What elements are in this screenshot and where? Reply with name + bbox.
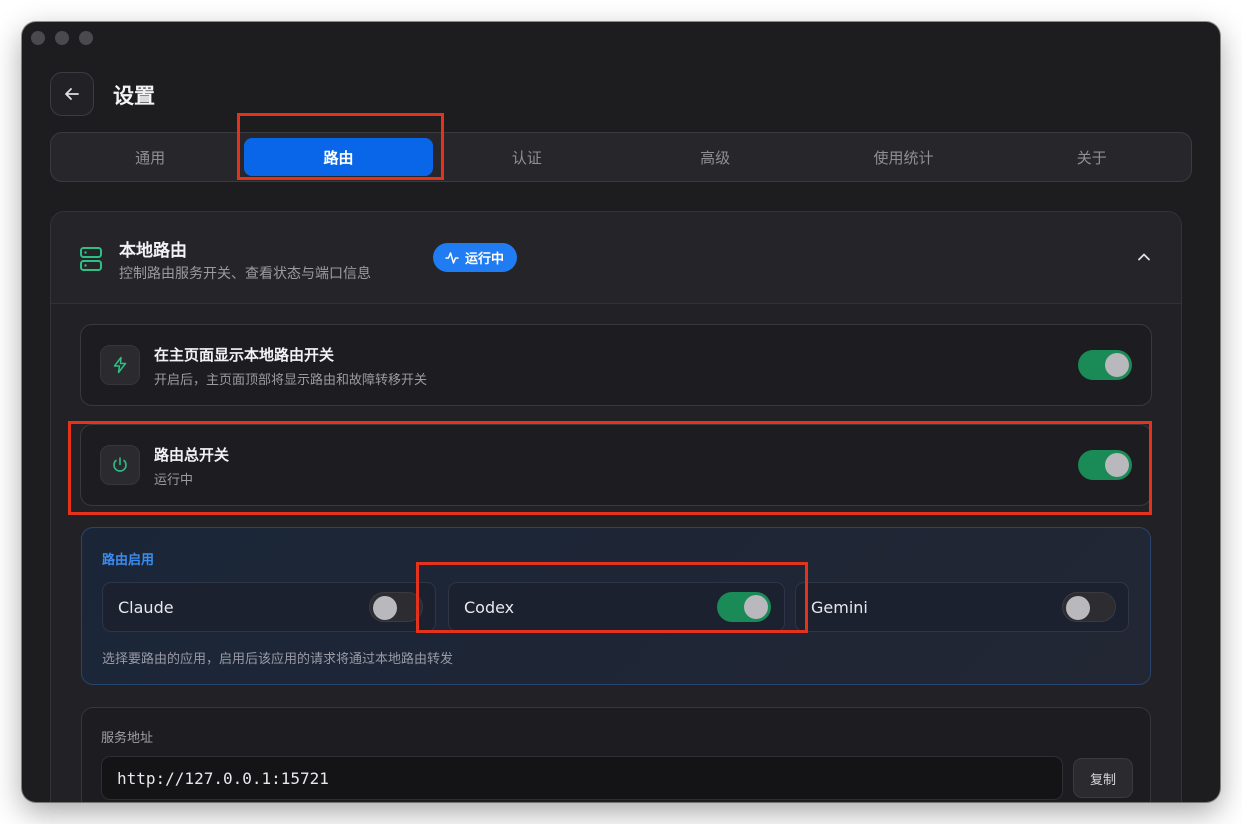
settings-tabbar: 通用 路由 认证 高级 使用统计 关于: [50, 132, 1192, 182]
claude-toggle[interactable]: [369, 592, 423, 622]
master-switch-row: 路由总开关 运行中: [80, 424, 1152, 506]
service-address-value: http://127.0.0.1:15721: [117, 769, 329, 788]
master-switch-title: 路由总开关: [154, 446, 230, 464]
toggle-knob: [1105, 353, 1129, 377]
zoom-window-button[interactable]: [79, 31, 93, 45]
back-button[interactable]: [50, 72, 94, 116]
toggle-knob: [373, 596, 397, 620]
tab-routing[interactable]: 路由: [244, 138, 433, 176]
tab-about[interactable]: 关于: [998, 138, 1186, 176]
service-address-field[interactable]: http://127.0.0.1:15721: [101, 756, 1063, 800]
panel-title: 本地路由: [119, 241, 187, 261]
activity-icon: [445, 251, 459, 264]
status-badge-label: 运行中: [465, 252, 505, 267]
server-icon: [80, 247, 102, 271]
routing-enable-section: 路由启用 Claude Codex Gemini 选择要路由的应用，启用后该应用…: [81, 527, 1151, 685]
show-on-home-title: 在主页面显示本地路由开关: [154, 346, 335, 364]
minimize-window-button[interactable]: [55, 31, 69, 45]
page-title: 设置: [113, 84, 155, 108]
toggle-knob: [1066, 596, 1090, 620]
app-name: Claude: [118, 598, 174, 617]
app-name: Gemini: [811, 598, 868, 617]
copy-button[interactable]: 复制: [1073, 758, 1133, 798]
gemini-toggle[interactable]: [1062, 592, 1116, 622]
show-on-home-desc: 开启后，主页面顶部将显示路由和故障转移开关: [154, 373, 428, 388]
app-item-gemini: Gemini: [795, 582, 1129, 632]
service-address-card: 服务地址 http://127.0.0.1:15721 复制: [81, 707, 1151, 802]
toggle-knob: [1105, 453, 1129, 477]
chevron-up-icon[interactable]: [1137, 250, 1151, 264]
app-name: Codex: [464, 598, 515, 617]
routing-enable-hint: 选择要路由的应用，启用后该应用的请求将通过本地路由转发: [102, 652, 454, 667]
local-routing-panel: 本地路由 控制路由服务开关、查看状态与端口信息 运行中 在主页面显示本地路由开关…: [50, 211, 1182, 802]
master-switch-toggle[interactable]: [1078, 450, 1132, 480]
tab-general[interactable]: 通用: [56, 138, 244, 176]
panel-subtitle: 控制路由服务开关、查看状态与端口信息: [119, 266, 371, 282]
app-item-codex: Codex: [448, 582, 785, 632]
show-on-home-row: 在主页面显示本地路由开关 开启后，主页面顶部将显示路由和故障转移开关: [80, 324, 1152, 406]
toggle-knob: [744, 595, 768, 619]
status-badge: 运行中: [433, 243, 518, 272]
tab-usage-stats[interactable]: 使用统计: [809, 138, 997, 176]
routing-enable-title: 路由启用: [102, 553, 155, 568]
window-controls: [31, 31, 93, 45]
lightning-icon: [100, 345, 140, 385]
power-icon: [100, 445, 140, 485]
tab-advanced[interactable]: 高级: [621, 138, 809, 176]
codex-toggle[interactable]: [717, 592, 771, 622]
close-window-button[interactable]: [31, 31, 45, 45]
service-address-label: 服务地址: [101, 731, 154, 746]
show-on-home-toggle[interactable]: [1078, 350, 1132, 380]
app-item-claude: Claude: [102, 582, 436, 632]
local-routing-header[interactable]: 本地路由 控制路由服务开关、查看状态与端口信息 运行中: [51, 212, 1181, 304]
tab-auth[interactable]: 认证: [433, 138, 621, 176]
master-switch-desc: 运行中: [154, 473, 194, 488]
arrow-left-icon: [65, 88, 79, 100]
app-window: 设置 通用 路由 认证 高级 使用统计 关于 本地路由 控制路由服务开关、查看状…: [22, 22, 1220, 802]
